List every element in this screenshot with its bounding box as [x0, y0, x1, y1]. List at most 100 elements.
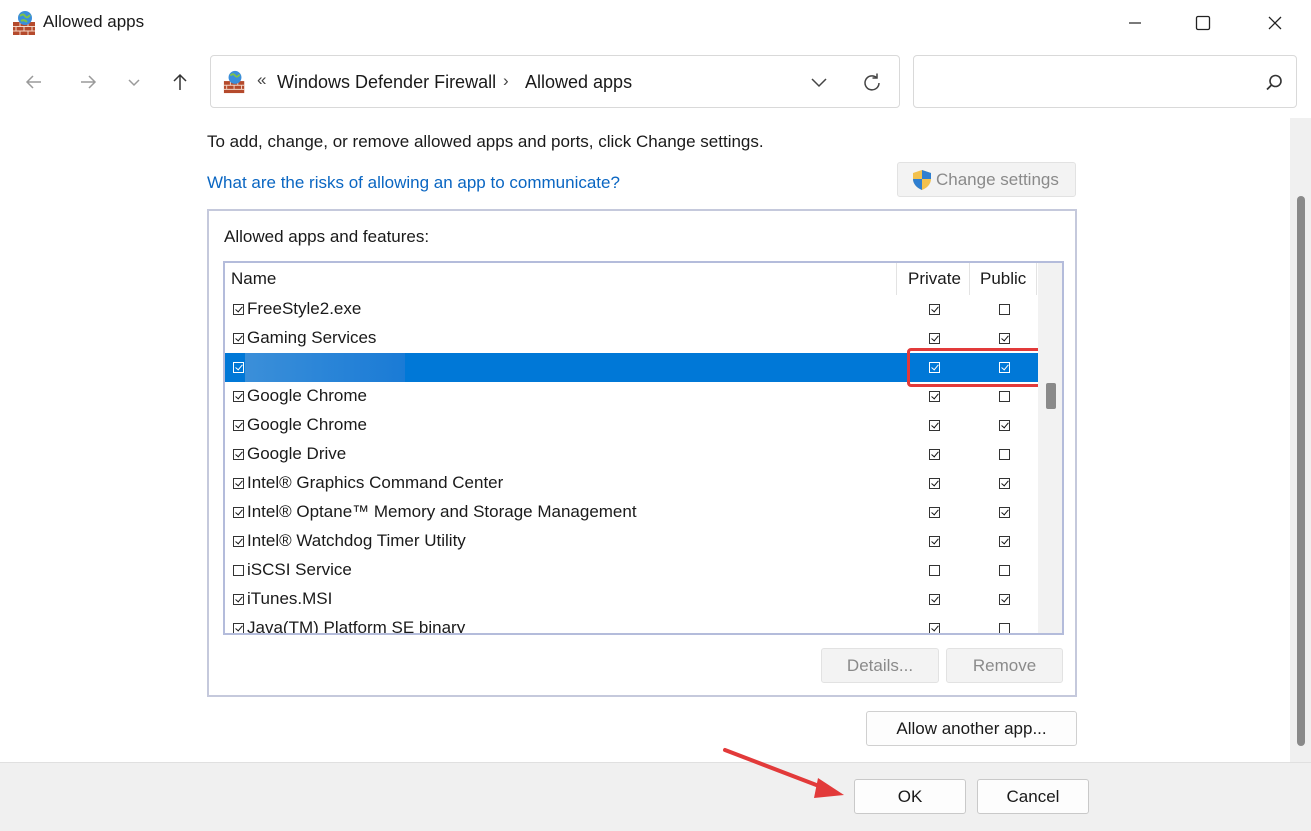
instruction-text: To add, change, or remove allowed apps a…	[207, 132, 764, 151]
private-checkbox[interactable]	[929, 304, 940, 315]
list-item[interactable]: Google Chrome	[225, 411, 1038, 440]
private-checkbox[interactable]	[929, 478, 940, 489]
enable-checkbox[interactable]	[233, 362, 244, 373]
window-scrollbar[interactable]	[1290, 118, 1311, 762]
list-item[interactable]: Intel® Optane™ Memory and Storage Manage…	[225, 498, 1038, 527]
redacted-app-name	[245, 353, 405, 382]
app-name: Intel® Graphics Command Center	[247, 473, 504, 492]
app-name: Java(TM) Platform SE binary	[247, 618, 466, 635]
cancel-button[interactable]: Cancel	[977, 779, 1089, 814]
enable-checkbox[interactable]	[233, 333, 244, 344]
public-checkbox[interactable]	[999, 536, 1010, 547]
ok-button[interactable]: OK	[854, 779, 966, 814]
arrow-left-icon	[25, 75, 41, 89]
list-item[interactable]: iSCSI Service	[225, 556, 1038, 585]
list-scrollbar[interactable]	[1038, 263, 1062, 633]
search-input[interactable]	[913, 55, 1297, 108]
enable-checkbox[interactable]	[233, 391, 244, 402]
enable-checkbox[interactable]	[233, 507, 244, 518]
column-divider[interactable]	[896, 263, 897, 295]
app-name: Intel® Optane™ Memory and Storage Manage…	[247, 502, 637, 521]
address-dropdown-button[interactable]	[805, 70, 833, 96]
recent-locations-button[interactable]	[116, 66, 152, 98]
column-public-header[interactable]: Public	[980, 269, 1026, 289]
maximize-icon	[1195, 15, 1211, 31]
private-checkbox[interactable]	[929, 594, 940, 605]
enable-checkbox[interactable]	[233, 420, 244, 431]
public-checkbox[interactable]	[999, 333, 1010, 344]
up-button[interactable]	[162, 66, 198, 98]
list-item[interactable]: Google Drive	[225, 440, 1038, 469]
allowed-apps-list[interactable]: Name Private Public FreeStyle2.exe Gaming…	[223, 261, 1064, 635]
search-icon	[1266, 74, 1282, 91]
window-scrollbar-thumb[interactable]	[1297, 196, 1305, 746]
list-item[interactable]: FreeStyle2.exe	[225, 295, 1038, 324]
close-icon	[1268, 16, 1282, 30]
group-label: Allowed apps and features:	[224, 227, 430, 246]
details-button[interactable]: Details...	[821, 648, 939, 683]
breadcrumb-allowed-apps[interactable]: Allowed apps	[525, 72, 632, 93]
list-item[interactable]: iTunes.MSI	[225, 585, 1038, 614]
column-private-header[interactable]: Private	[908, 269, 961, 289]
annotation-arrow-icon	[723, 748, 844, 798]
address-bar[interactable]: « Windows Defender Firewall › Allowed ap…	[210, 55, 900, 108]
app-name: Intel® Watchdog Timer Utility	[247, 531, 466, 550]
breadcrumb-firewall[interactable]: Windows Defender Firewall	[277, 72, 496, 93]
enable-checkbox[interactable]	[233, 478, 244, 489]
public-checkbox[interactable]	[999, 594, 1010, 605]
private-checkbox[interactable]	[929, 565, 940, 576]
private-checkbox[interactable]	[929, 623, 940, 633]
column-divider[interactable]	[969, 263, 970, 295]
app-name: Google Chrome	[247, 386, 368, 405]
public-checkbox[interactable]	[999, 623, 1010, 633]
column-name-header[interactable]: Name	[231, 269, 276, 289]
firewall-icon	[223, 70, 245, 94]
arrow-up-icon	[173, 73, 187, 90]
public-checkbox[interactable]	[999, 391, 1010, 402]
enable-checkbox[interactable]	[233, 304, 244, 315]
app-name: Google Chrome	[247, 415, 368, 434]
private-checkbox[interactable]	[929, 420, 940, 431]
public-checkbox[interactable]	[999, 420, 1010, 431]
allowed-apps-group: Allowed apps and features: Name Private …	[207, 209, 1077, 697]
forward-button[interactable]	[70, 66, 106, 98]
back-button[interactable]	[16, 66, 52, 98]
private-checkbox[interactable]	[929, 536, 940, 547]
minimize-icon	[1129, 22, 1141, 24]
private-checkbox[interactable]	[929, 391, 940, 402]
breadcrumb-overflow[interactable]: «	[257, 70, 266, 90]
public-checkbox[interactable]	[999, 478, 1010, 489]
remove-button[interactable]: Remove	[946, 648, 1063, 683]
close-button[interactable]	[1240, 0, 1310, 46]
change-settings-button[interactable]: Change settings	[897, 162, 1076, 197]
refresh-icon	[864, 73, 880, 91]
refresh-button[interactable]	[857, 68, 887, 98]
column-divider[interactable]	[1036, 263, 1037, 295]
enable-checkbox[interactable]	[233, 536, 244, 547]
enable-checkbox[interactable]	[233, 594, 244, 605]
enable-checkbox[interactable]	[233, 623, 244, 633]
risk-help-link[interactable]: What are the risks of allowing an app to…	[207, 173, 620, 193]
list-item[interactable]: Intel® Watchdog Timer Utility	[225, 527, 1038, 556]
enable-checkbox[interactable]	[233, 449, 244, 460]
public-checkbox[interactable]	[999, 507, 1010, 518]
public-checkbox[interactable]	[999, 449, 1010, 460]
list-scrollbar-thumb[interactable]	[1046, 383, 1056, 409]
private-checkbox[interactable]	[929, 507, 940, 518]
window-title: Allowed apps	[43, 12, 145, 31]
public-checkbox[interactable]	[999, 565, 1010, 576]
minimize-button[interactable]	[1100, 0, 1170, 46]
list-item[interactable]: Java(TM) Platform SE binary	[225, 614, 1038, 635]
list-item[interactable]: Intel® Graphics Command Center	[225, 469, 1038, 498]
breadcrumb-separator[interactable]: ›	[503, 71, 509, 91]
allow-another-app-button[interactable]: Allow another app...	[866, 711, 1077, 746]
maximize-button[interactable]	[1168, 0, 1238, 46]
public-checkbox[interactable]	[999, 304, 1010, 315]
navigation-bar: « Windows Defender Firewall › Allowed ap…	[0, 46, 1311, 118]
chevron-down-icon	[128, 79, 140, 87]
enable-checkbox[interactable]	[233, 565, 244, 576]
private-checkbox[interactable]	[929, 449, 940, 460]
app-name: FreeStyle2.exe	[247, 299, 362, 318]
list-header: Name Private Public	[225, 263, 1038, 295]
private-checkbox[interactable]	[929, 333, 940, 344]
